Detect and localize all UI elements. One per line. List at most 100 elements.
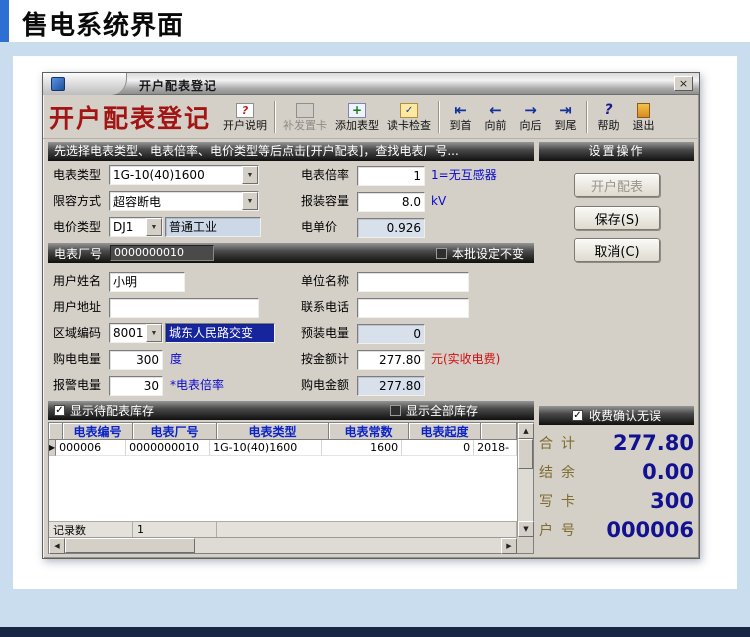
settings-panel-header: 设置操作 bbox=[539, 142, 694, 161]
toolbar-button-next[interactable]: → 向后 bbox=[513, 97, 548, 137]
capacity-input[interactable] bbox=[357, 192, 425, 212]
limit-mode-dropdown-button[interactable]: ▼ bbox=[242, 192, 258, 210]
toolbar-button-read-card-check[interactable]: ✓ 读卡检查 bbox=[383, 97, 435, 137]
alarm-energy-field bbox=[109, 375, 163, 396]
grid-horizontal-scrollbar[interactable]: ◀ ▶ bbox=[49, 537, 517, 554]
show-pending-stock-group[interactable]: ✓ 显示待配表库存 bbox=[54, 402, 154, 419]
area-code-combo[interactable]: ▼ bbox=[109, 323, 163, 343]
grid-header-constant[interactable]: 电表常数 bbox=[329, 423, 409, 440]
show-pending-stock-checkbox[interactable]: ✓ bbox=[54, 405, 65, 416]
stock-filter-bar: ✓ 显示待配表库存 显示全部库存 bbox=[48, 401, 534, 420]
grid-empty-area bbox=[49, 456, 517, 521]
summary-balance-value: 0.00 bbox=[642, 459, 694, 484]
summary-account-label: 户号 bbox=[539, 522, 583, 539]
grid-header-factory-no[interactable]: 电表厂号 bbox=[133, 423, 217, 440]
area-code-label: 区域编码 bbox=[53, 326, 102, 340]
toolbar: 开户配表登记 ? 开户说明 补发置卡 + 添加表型 ✓ 读卡检查 ⇤ 到首 ← … bbox=[43, 95, 699, 139]
price-type-input[interactable] bbox=[110, 218, 146, 236]
capacity-unit: kV bbox=[431, 194, 447, 208]
toolbar-button-last[interactable]: ⇥ 到尾 bbox=[548, 97, 583, 137]
grid-vertical-scrollbar[interactable]: ▲ ▼ bbox=[517, 423, 534, 537]
page-header: 售电系统界面 bbox=[0, 0, 750, 42]
price-type-name-field: 普通工业 bbox=[165, 217, 261, 237]
summary-write-card-row: 写卡 300 bbox=[539, 487, 694, 514]
toolbar-button-help[interactable]: ? 帮助 bbox=[591, 97, 626, 137]
table-row[interactable]: ▶ 000006 0000000010 1G-10(40)1600 1600 0… bbox=[49, 440, 517, 456]
toolbar-button-first[interactable]: ⇤ 到首 bbox=[443, 97, 478, 137]
user-name-input[interactable] bbox=[109, 271, 185, 292]
grid-header-meter-no[interactable]: 电表编号 bbox=[63, 423, 133, 440]
scroll-right-icon[interactable]: ▶ bbox=[501, 538, 517, 554]
address-field bbox=[109, 297, 259, 318]
price-type-label: 电价类型 bbox=[53, 220, 102, 234]
org-name-input[interactable] bbox=[357, 272, 469, 292]
batch-keep-checkbox[interactable] bbox=[435, 247, 447, 259]
grid-header-meter-type[interactable]: 电表类型 bbox=[217, 423, 329, 440]
factory-number-bar: 电表厂号 0000000010 本批设定不变 bbox=[48, 243, 534, 263]
fee-confirm-checkbox[interactable]: ✓ bbox=[571, 410, 583, 421]
meter-type-label: 电表类型 bbox=[53, 168, 102, 182]
show-all-stock-checkbox[interactable] bbox=[389, 405, 401, 416]
open-assign-meter-button[interactable]: 开户配表 bbox=[574, 173, 660, 197]
meter-type-combo[interactable]: ▼ bbox=[109, 165, 259, 185]
scroll-left-icon[interactable]: ◀ bbox=[49, 538, 65, 554]
prev-record-icon: ← bbox=[489, 100, 502, 119]
limit-mode-input[interactable] bbox=[110, 192, 242, 210]
by-amount-hint: 元(实收电费) bbox=[431, 352, 501, 366]
summary-total-label: 合计 bbox=[539, 435, 583, 452]
address-input[interactable] bbox=[109, 298, 259, 318]
window-titlebar[interactable]: 开户配表登记 × bbox=[43, 73, 699, 95]
close-button[interactable]: × bbox=[674, 76, 693, 91]
toolbar-button-prev[interactable]: ← 向前 bbox=[478, 97, 513, 137]
horizontal-scroll-thumb[interactable] bbox=[65, 538, 195, 553]
scroll-down-icon[interactable]: ▼ bbox=[518, 521, 534, 537]
capacity-field bbox=[357, 191, 425, 212]
last-record-icon: ⇥ bbox=[559, 100, 572, 119]
summary-write-card-value: 300 bbox=[650, 488, 694, 513]
purchase-energy-input[interactable] bbox=[109, 350, 163, 370]
show-all-stock-label: 显示全部库存 bbox=[405, 404, 478, 418]
toolbar-button-add-meter-type[interactable]: + 添加表型 bbox=[331, 97, 383, 137]
cell-date: 2018- bbox=[474, 440, 517, 456]
by-amount-input[interactable] bbox=[357, 350, 425, 370]
toolbar-button-exit[interactable]: 退出 bbox=[626, 97, 661, 137]
batch-keep-label: 本批设定不变 bbox=[451, 246, 524, 261]
area-code-input[interactable] bbox=[110, 324, 146, 342]
summary-total-value: 277.80 bbox=[612, 430, 694, 455]
batch-keep-checkbox-group[interactable]: 本批设定不变 bbox=[435, 245, 524, 262]
grid-header-extra bbox=[481, 423, 517, 440]
by-amount-label: 按金额计 bbox=[301, 352, 350, 366]
cell-constant: 1600 bbox=[322, 440, 403, 456]
org-name-label: 单位名称 bbox=[301, 274, 350, 288]
cell-start-reading: 0 bbox=[402, 440, 475, 456]
record-count-value: 1 bbox=[133, 521, 217, 537]
phone-field bbox=[357, 297, 469, 318]
instruction-bar: 先选择电表类型、电表倍率、电价类型等后点击[开户配表]，查找电表厂号... bbox=[48, 142, 534, 161]
horizontal-scroll-track[interactable] bbox=[195, 538, 501, 553]
toolbar-button-account-help[interactable]: ? 开户说明 bbox=[219, 97, 271, 137]
limit-mode-combo[interactable]: ▼ bbox=[109, 191, 259, 211]
summary-balance-label: 结余 bbox=[539, 464, 583, 481]
meter-ratio-label: 电表倍率 bbox=[301, 168, 350, 182]
summary-total-row: 合计 277.80 bbox=[539, 429, 694, 456]
record-count-label: 记录数 bbox=[49, 521, 133, 537]
bottom-bar bbox=[0, 627, 750, 637]
show-pending-stock-label: 显示待配表库存 bbox=[70, 404, 155, 418]
vertical-scroll-thumb[interactable] bbox=[518, 439, 533, 469]
cancel-button[interactable]: 取消(C) bbox=[574, 238, 660, 262]
phone-input[interactable] bbox=[357, 298, 469, 318]
price-type-dropdown-button[interactable]: ▼ bbox=[146, 218, 162, 236]
show-all-stock-group[interactable]: 显示全部库存 bbox=[389, 402, 478, 419]
grid-header-start-reading[interactable]: 电表起度 bbox=[409, 423, 481, 440]
vertical-scroll-track[interactable] bbox=[518, 469, 533, 521]
meter-type-input[interactable] bbox=[110, 166, 242, 184]
purchase-amount-label: 购电金额 bbox=[301, 378, 350, 392]
scroll-up-icon[interactable]: ▲ bbox=[518, 423, 534, 439]
meter-type-dropdown-button[interactable]: ▼ bbox=[242, 166, 258, 184]
toolbar-button-reissue-card[interactable]: 补发置卡 bbox=[279, 97, 331, 137]
price-type-combo[interactable]: ▼ bbox=[109, 217, 163, 237]
alarm-energy-input[interactable] bbox=[109, 376, 163, 396]
meter-ratio-input[interactable] bbox=[357, 166, 425, 186]
area-code-dropdown-button[interactable]: ▼ bbox=[146, 324, 162, 342]
save-button[interactable]: 保存(S) bbox=[574, 206, 660, 230]
